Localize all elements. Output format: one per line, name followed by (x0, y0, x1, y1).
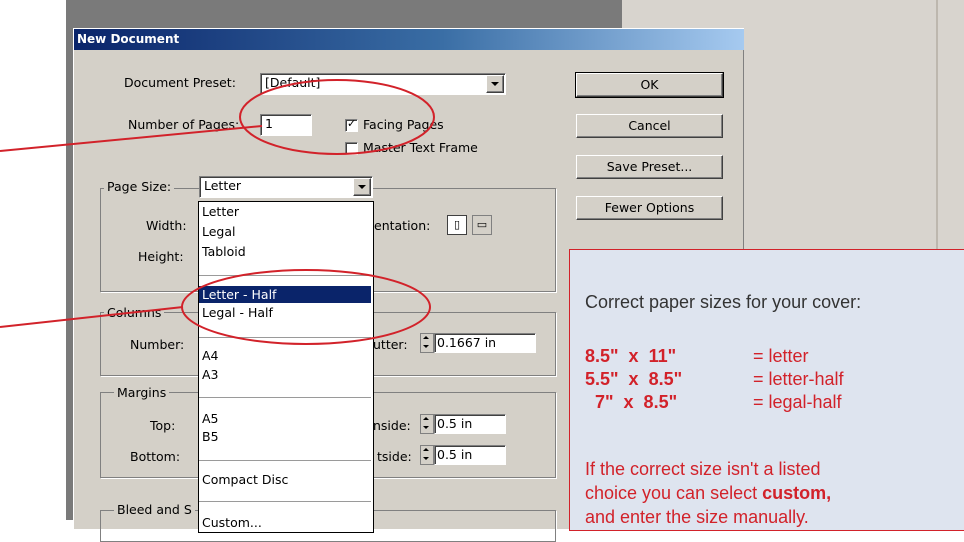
callout-size-letter-half: 5.5" x 8.5" (585, 369, 683, 389)
callout-name-letter: = letter (753, 346, 809, 366)
callout-name-letter-half: = letter-half (753, 369, 844, 389)
leader-line-sizes (0, 306, 184, 328)
leader-line-pages (0, 125, 263, 152)
callout-note-custom: custom, (762, 483, 832, 503)
highlight-ellipse-pages (239, 79, 435, 155)
paper-size-callout: Correct paper sizes for your cover: 8.5"… (569, 249, 964, 531)
callout-note-line-2-text: choice you can select (585, 483, 763, 503)
callout-size-letter: 8.5" x 11" (585, 346, 677, 366)
callout-note-line-3: and enter the size manually. (585, 507, 809, 527)
highlight-ellipse-sizes (181, 269, 431, 345)
callout-note-line-1: If the correct size isn't a listed (585, 459, 821, 479)
callout-size-legal-half: 7" x 8.5" (585, 392, 678, 412)
callout-note-line-2: choice you can select custom, (585, 483, 831, 504)
callout-heading: Correct paper sizes for your cover: (585, 292, 862, 312)
callout-name-legal-half: = legal-half (753, 392, 842, 412)
